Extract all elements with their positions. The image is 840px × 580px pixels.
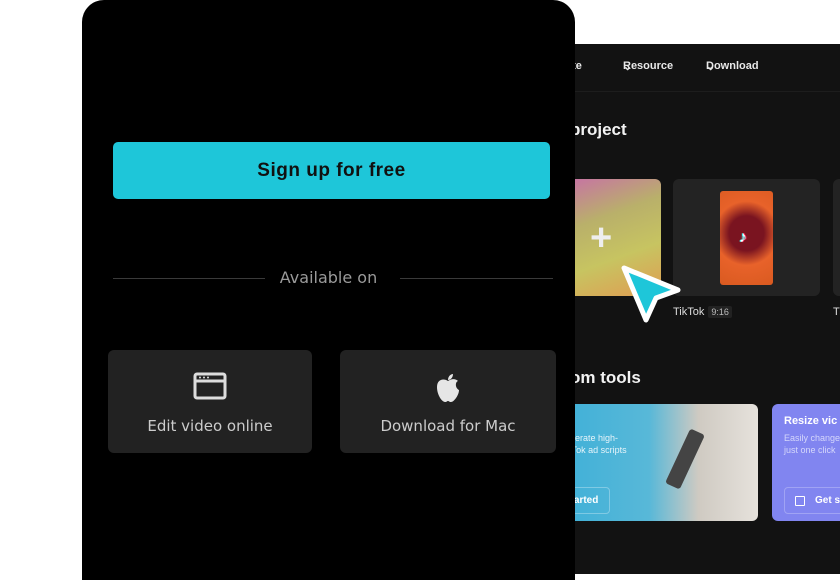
- divider: [540, 91, 840, 92]
- cursor-pointer-icon: [621, 265, 681, 323]
- signup-panel: Sign up for free Available on Edit video…: [82, 0, 575, 580]
- top-nav: ate ⌄ Resource ⌄ Download ⌄: [540, 60, 840, 74]
- nav-item-download[interactable]: Download ⌄: [706, 60, 759, 73]
- download-for-mac-button[interactable]: Download for Mac: [340, 350, 556, 453]
- tiktok-logo-icon: ♪: [739, 229, 747, 246]
- divider-right: [400, 278, 553, 279]
- resize-icon: [795, 496, 805, 506]
- browser-window-icon: [193, 372, 227, 400]
- template-card-tiktok[interactable]: ♪: [673, 179, 820, 296]
- tool-card-resize-video[interactable]: Resize vic Easily change just one click G…: [772, 404, 840, 521]
- background-app-window: ate ⌄ Resource ⌄ Download ⌄ project + ♪ …: [540, 44, 840, 574]
- template-label: Ti: [833, 306, 840, 318]
- nav-item-resource[interactable]: Resource ⌄: [623, 60, 673, 73]
- ratio-badge: 9:16: [708, 306, 732, 318]
- section-title-project: project: [570, 120, 627, 139]
- option-label: Download for Mac: [380, 417, 516, 435]
- get-started-button[interactable]: Get s: [784, 487, 840, 514]
- edit-video-online-button[interactable]: Edit video online: [108, 350, 312, 453]
- signup-button[interactable]: Sign up for free: [113, 142, 550, 199]
- section-title-tools: om tools: [570, 368, 641, 387]
- apple-icon: [437, 374, 459, 402]
- option-label: Edit video online: [147, 417, 273, 435]
- template-card[interactable]: [833, 179, 840, 296]
- template-thumbnail: ♪: [720, 191, 773, 285]
- plus-icon: +: [590, 217, 613, 259]
- tool-card-ad-script[interactable]: t generate high-TikTok ad scripts starte…: [560, 404, 758, 521]
- product-image: [665, 428, 705, 490]
